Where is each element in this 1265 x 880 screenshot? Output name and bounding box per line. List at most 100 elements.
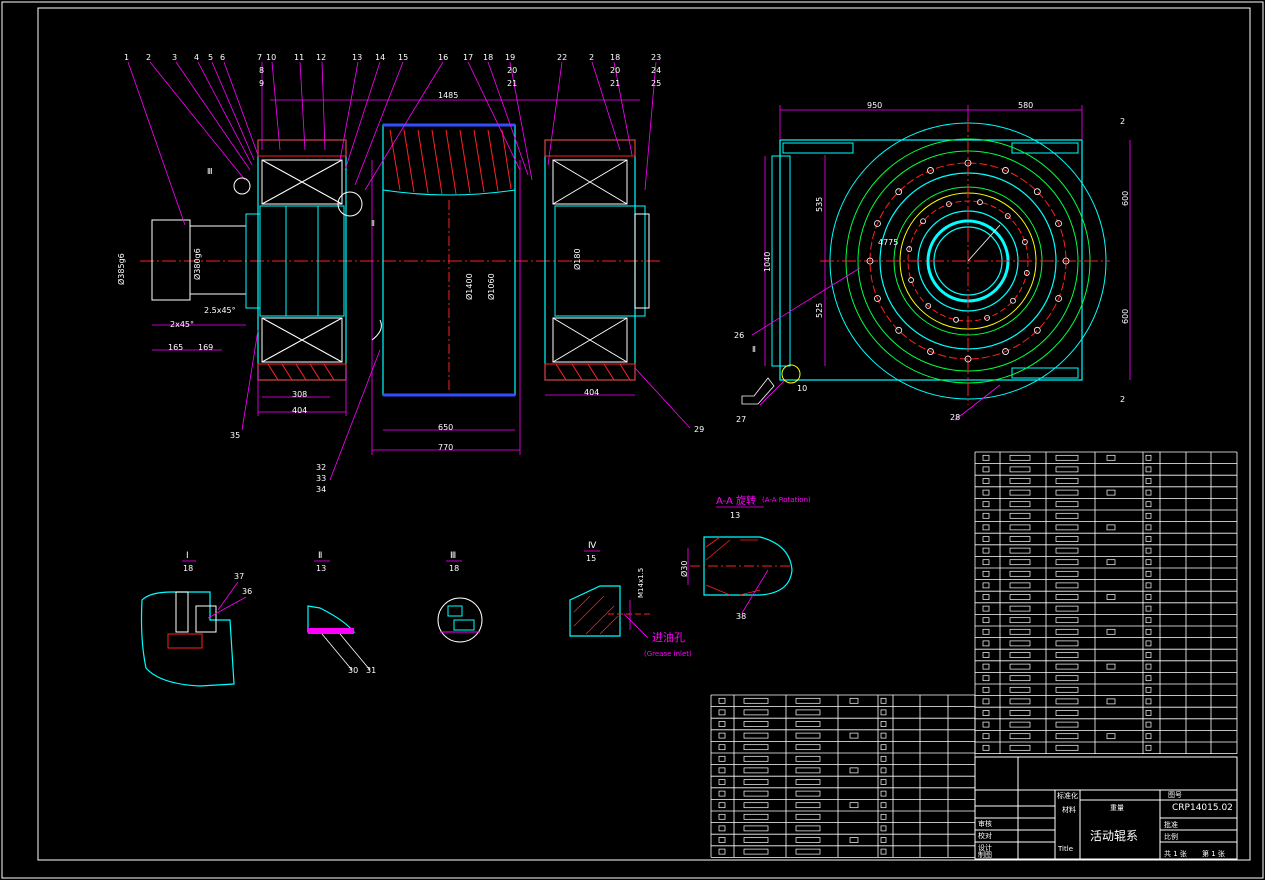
section-aa-title: A-A 旋转	[716, 494, 756, 507]
tb-scale-label: 比例	[1164, 832, 1178, 841]
dim-950: 950	[867, 101, 882, 110]
dim-169: 169	[198, 343, 213, 352]
parts-list-left	[710, 694, 976, 858]
bom-cell-mark	[1145, 698, 1152, 705]
detail-iii-roman: Ⅲ	[450, 551, 456, 561]
bom-cell-mark	[718, 755, 726, 762]
dim-404-left: 404	[292, 406, 307, 415]
balloon-35: 35	[230, 431, 240, 440]
detail-ii: Ⅱ 13 30 31	[307, 551, 376, 675]
bom-cell-mark	[1145, 570, 1152, 577]
bom-cell-mark	[880, 721, 887, 727]
balloon-left-16: 16	[438, 53, 448, 62]
bom-cell-mark	[982, 628, 990, 635]
bom-cell-mark	[849, 837, 859, 843]
bom-cell-mark	[1055, 582, 1079, 589]
bom-cell-mark	[1106, 628, 1116, 635]
bom-cell-mark	[1145, 512, 1152, 519]
dim-1040: 1040	[763, 252, 772, 272]
dim-dia-380: Ø380g6	[192, 248, 202, 280]
parts-list-right	[974, 451, 1238, 754]
bom-cell-mark	[795, 802, 821, 809]
tb-proofread-label: 校对	[978, 831, 992, 840]
dim-dia-180: Ø180	[572, 248, 582, 270]
dim-radius: 4775	[878, 238, 898, 247]
bom-cell-mark	[880, 825, 887, 832]
bom-cell-mark	[880, 802, 887, 809]
bom-cell-mark	[880, 767, 887, 774]
tb-material-label: 材料	[1062, 805, 1076, 814]
detail-iii: Ⅲ 18	[437, 551, 483, 643]
balloon-left-13: 13	[352, 53, 362, 62]
bom-cell-mark	[982, 594, 990, 600]
bom-cell-mark	[795, 790, 821, 797]
bom-cell-mark	[743, 732, 769, 739]
bom-cell-mark	[1009, 721, 1031, 728]
bom-cell-mark	[982, 605, 990, 612]
bom-cell-mark	[1009, 582, 1031, 589]
bom-cell-mark	[1145, 489, 1152, 496]
balloon-right-22: 22	[557, 53, 567, 62]
balloon-36: 36	[242, 587, 252, 596]
dim-165: 165	[168, 343, 183, 352]
detail-ii-roman: Ⅱ	[318, 551, 322, 561]
balloon-right-25: 25	[651, 79, 661, 88]
bom-cell-mark	[743, 755, 769, 762]
detail-iv-grease-en: (Grease inlet)	[644, 650, 692, 658]
bom-cell-mark	[1145, 675, 1152, 682]
balloon-38: 38	[736, 612, 746, 621]
bom-cell-mark	[1055, 547, 1079, 554]
bom-cell-mark	[795, 837, 821, 843]
bom-cell-mark	[1145, 478, 1152, 484]
balloon-left-4: 4	[194, 53, 199, 62]
bolt-hole	[920, 218, 926, 225]
balloon-left-11: 11	[294, 53, 304, 62]
bom-cell-mark	[795, 813, 821, 820]
balloon-right-18b: 18	[610, 53, 620, 62]
balloon-left-9: 9	[259, 79, 264, 88]
balloon-left-10: 10	[266, 53, 276, 62]
bom-cell-mark	[1055, 675, 1079, 682]
bom-cell-mark	[982, 512, 990, 519]
bom-cell-mark	[1009, 605, 1031, 612]
balloon-37: 37	[234, 572, 244, 581]
bom-cell-mark	[795, 848, 821, 855]
bom-cell-mark	[718, 709, 726, 716]
bom-cell-mark	[1009, 733, 1031, 740]
bom-cell-mark	[1145, 733, 1152, 740]
bom-cell-mark	[982, 559, 990, 566]
balloon-left-8: 8	[259, 66, 264, 75]
bom-cell-mark	[849, 697, 859, 704]
detail-i-scale: 18	[183, 564, 193, 573]
bom-cell-mark	[1106, 698, 1116, 705]
balloon-30: 30	[348, 666, 358, 675]
bom-cell-mark	[1145, 594, 1152, 600]
bom-cell-mark	[1106, 594, 1116, 600]
bom-cell-mark	[849, 802, 859, 809]
bom-cell-mark	[1055, 698, 1079, 705]
bolt-hole	[895, 188, 903, 196]
bom-cell-mark	[1009, 675, 1031, 682]
bom-cell-mark	[880, 779, 887, 785]
left-bearing-housing	[257, 139, 347, 381]
bom-cell-mark	[982, 582, 990, 589]
detail-iv-roman: Ⅳ	[588, 541, 597, 551]
bom-cell-mark	[1055, 686, 1079, 693]
bolt-hole	[1033, 326, 1041, 334]
bom-cell-mark	[1055, 594, 1079, 600]
shaft-end-block	[151, 219, 191, 301]
balloon-28: 28	[950, 413, 960, 422]
balloon-left-7: 7	[257, 53, 262, 62]
balloon-right-23: 23	[651, 53, 661, 62]
bom-cell-mark	[1009, 698, 1031, 705]
dim-10: 10	[797, 384, 807, 393]
bom-cell-mark	[1009, 547, 1031, 554]
bom-cell-mark	[982, 524, 990, 531]
bom-cell-mark	[743, 779, 769, 785]
bom-cell-mark	[795, 709, 821, 716]
bom-cell-mark	[743, 802, 769, 809]
dim-525: 525	[815, 303, 824, 318]
bom-cell-mark	[1106, 524, 1116, 531]
title-block: 标准化 图号 重量 材料 审核 校对 设计 制图 批准 比例 共 1 张 第 1…	[974, 756, 1238, 860]
bom-cell-mark	[1009, 686, 1031, 693]
